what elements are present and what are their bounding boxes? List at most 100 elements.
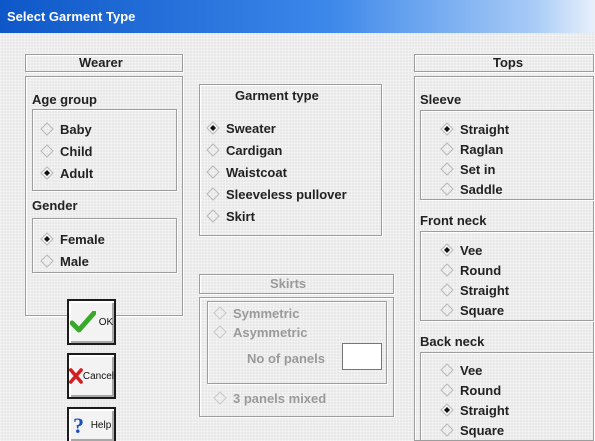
age-option-baby[interactable]: Baby <box>40 119 92 139</box>
no-of-panels-label: No of panels <box>247 350 326 366</box>
sleeve-option-set-in[interactable]: Set in <box>440 159 495 179</box>
garment-option-label: Waistcoat <box>226 164 287 180</box>
radio-unselected-icon <box>440 142 454 156</box>
radio-unselected-icon <box>440 383 454 397</box>
back-neck-label: Back neck <box>420 334 485 349</box>
garment-option-sleeveless-pullover[interactable]: Sleeveless pullover <box>206 184 347 204</box>
sleeve-option-label: Raglan <box>460 141 504 157</box>
ok-button[interactable]: OK <box>67 299 116 345</box>
front-neck-option-square[interactable]: Square <box>440 300 504 320</box>
front-neck-option-vee[interactable]: Vee <box>440 240 482 260</box>
gender-option-label: Female <box>60 231 105 247</box>
garment-option-cardigan[interactable]: Cardigan <box>206 140 282 160</box>
help-label: Help <box>90 419 112 431</box>
front-neck-option-label: Straight <box>460 282 510 298</box>
mixed-panels-checkbox[interactable]: 3 panels mixed <box>213 388 326 408</box>
radio-unselected-icon <box>440 283 454 297</box>
cancel-x-icon <box>69 368 83 384</box>
sleeve-option-label: Saddle <box>460 181 503 197</box>
back-neck-option-label: Round <box>460 382 502 398</box>
wearer-header: Wearer <box>79 55 123 70</box>
skirt-option-asymmetric: Asymmetric <box>213 322 307 342</box>
garment-option-sweater[interactable]: Sweater <box>206 118 276 138</box>
window-title: Select Garment Type <box>7 9 136 24</box>
gender-label: Gender <box>32 198 78 213</box>
back-neck-option-label: Square <box>460 422 505 438</box>
cancel-label: Cancel <box>82 370 114 382</box>
radio-unselected-icon <box>440 182 454 196</box>
front-neck-label: Front neck <box>420 213 487 228</box>
radio-unselected-icon <box>213 325 227 339</box>
back-neck-option-label: Vee <box>460 362 483 378</box>
garment-option-label: Sweater <box>226 120 276 136</box>
no-of-panels-input[interactable] <box>342 343 382 370</box>
sleeve-label: Sleeve <box>420 92 462 107</box>
garment-option-label: Skirt <box>226 208 255 224</box>
sleeve-option-raglan[interactable]: Raglan <box>440 139 503 159</box>
front-neck-option-label: Round <box>460 262 502 278</box>
garment-option-label: Cardigan <box>226 142 283 158</box>
skirt-option-symmetric: Symmetric <box>213 303 299 323</box>
cancel-button[interactable]: Cancel <box>67 353 116 399</box>
radio-unselected-icon <box>40 122 54 136</box>
gender-option-label: Male <box>60 253 89 269</box>
gender-option-female[interactable]: Female <box>40 229 105 249</box>
mixed-panels-check-icon <box>213 391 227 405</box>
radio-unselected-icon <box>40 254 54 268</box>
help-button[interactable]: ? Help <box>67 407 116 441</box>
dialog-client: Wearer Age group Baby Child Adult Gender F… <box>0 33 595 441</box>
radio-unselected-icon <box>206 165 220 179</box>
radio-unselected-icon <box>440 162 454 176</box>
radio-unselected-icon <box>206 143 220 157</box>
age-option-adult[interactable]: Adult <box>40 163 93 183</box>
radio-unselected-icon <box>440 263 454 277</box>
front-neck-option-straight[interactable]: Straight <box>440 280 509 300</box>
radio-selected-icon <box>440 403 454 417</box>
sleeve-option-straight[interactable]: Straight <box>440 119 509 139</box>
skirts-header: Skirts <box>270 276 307 291</box>
radio-selected-icon <box>440 122 454 136</box>
radio-unselected-icon <box>40 144 54 158</box>
front-neck-option-label: Vee <box>460 242 483 258</box>
garment-option-waistcoat[interactable]: Waistcoat <box>206 162 287 182</box>
back-neck-option-straight[interactable]: Straight <box>440 400 509 420</box>
select-garment-dialog: Select Garment Type Wearer Age group Bab… <box>0 0 595 441</box>
radio-unselected-icon <box>206 187 220 201</box>
ok-label: OK <box>98 316 114 328</box>
checkmark-icon <box>69 311 96 333</box>
sleeve-option-label: Straight <box>460 121 510 137</box>
radio-selected-icon <box>40 166 54 180</box>
radio-unselected-icon <box>440 423 454 437</box>
garment-type-label: Garment type <box>235 88 319 103</box>
tops-header: Tops <box>493 55 524 70</box>
age-option-label: Adult <box>60 165 94 181</box>
front-neck-option-label: Square <box>460 302 505 318</box>
mixed-panels-label: 3 panels mixed <box>233 390 327 406</box>
svg-text:?: ? <box>73 414 84 436</box>
skirt-option-label: Symmetric <box>233 305 300 321</box>
garment-option-label: Sleeveless pullover <box>226 186 347 202</box>
radio-selected-icon <box>40 232 54 246</box>
radio-selected-icon <box>206 121 220 135</box>
age-option-label: Child <box>60 143 93 159</box>
radio-unselected-icon <box>206 209 220 223</box>
back-neck-option-round[interactable]: Round <box>440 380 501 400</box>
age-option-child[interactable]: Child <box>40 141 93 161</box>
radio-selected-icon <box>440 243 454 257</box>
back-neck-option-vee[interactable]: Vee <box>440 360 482 380</box>
sleeve-option-label: Set in <box>460 161 496 177</box>
sleeve-option-saddle[interactable]: Saddle <box>440 179 503 199</box>
skirt-option-label: Asymmetric <box>233 324 308 340</box>
back-neck-option-label: Straight <box>460 402 510 418</box>
front-neck-option-round[interactable]: Round <box>440 260 501 280</box>
radio-unselected-icon <box>213 306 227 320</box>
garment-option-skirt[interactable]: Skirt <box>206 206 255 226</box>
age-option-label: Baby <box>60 121 92 137</box>
help-question-icon: ? <box>73 414 84 436</box>
radio-unselected-icon <box>440 303 454 317</box>
age-group-label: Age group <box>32 92 97 107</box>
back-neck-option-square[interactable]: Square <box>440 420 504 440</box>
radio-unselected-icon <box>440 363 454 377</box>
gender-option-male[interactable]: Male <box>40 251 89 271</box>
title-bar[interactable]: Select Garment Type <box>0 0 595 33</box>
